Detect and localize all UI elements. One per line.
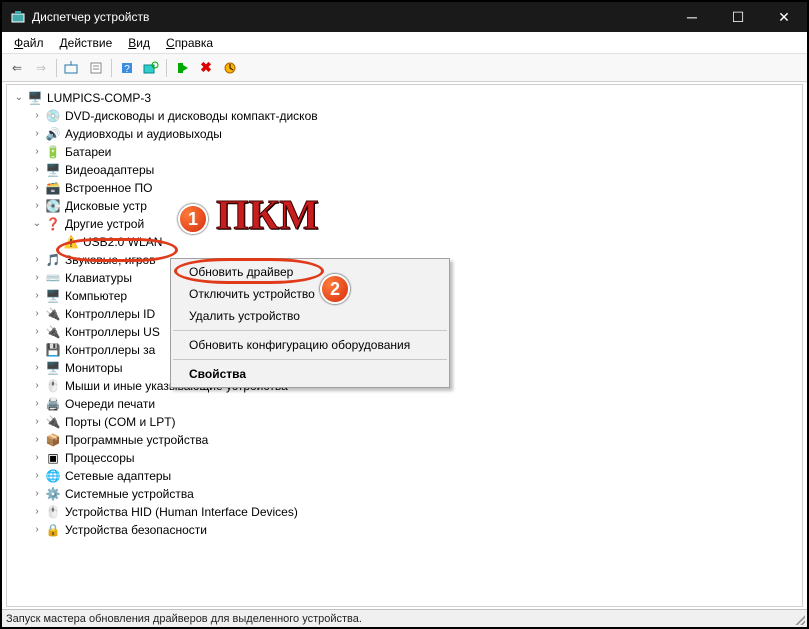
toolbar: ⇐ ⇒ ? ✖	[2, 54, 807, 82]
window-title: Диспетчер устройств	[32, 10, 149, 24]
port-icon: 🔌	[45, 414, 61, 430]
nav-fwd-button[interactable]: ⇒	[30, 57, 52, 79]
tree-item[interactable]: ›💽Дисковые устр	[13, 197, 802, 215]
tree-item[interactable]: ›🔒Устройства безопасности	[13, 521, 802, 539]
warning-icon: ⚠️	[63, 234, 79, 250]
cm-rescan[interactable]: Обновить конфигурацию оборудования	[171, 334, 449, 356]
pc-icon: 🖥️	[45, 288, 61, 304]
context-menu: Обновить драйвер Отключить устройство Уд…	[170, 258, 450, 388]
uninstall-button[interactable]: ✖	[195, 57, 217, 79]
print-icon: 🖨️	[45, 396, 61, 412]
cm-disable-device[interactable]: Отключить устройство	[171, 283, 449, 305]
status-text: Запуск мастера обновления драйверов для …	[6, 613, 362, 625]
menu-action[interactable]: Действие	[52, 34, 121, 52]
svg-text:?: ?	[124, 64, 130, 75]
menu-help[interactable]: Справка	[158, 34, 221, 52]
disable-button[interactable]	[219, 57, 241, 79]
show-hidden-button[interactable]	[61, 57, 83, 79]
properties-button[interactable]	[85, 57, 107, 79]
menu-file[interactable]: Файл	[6, 34, 52, 52]
cm-separator	[173, 330, 447, 331]
scan-button[interactable]	[140, 57, 162, 79]
disk-icon: 💽	[45, 198, 61, 214]
resize-grip[interactable]	[793, 613, 805, 625]
other-icon: ❓	[45, 216, 61, 232]
firmware-icon: 🗃️	[45, 180, 61, 196]
hid-icon: 🖱️	[45, 504, 61, 520]
tree-root[interactable]: ⌄ 🖥️ LUMPICS-COMP-3	[13, 89, 802, 107]
display-icon: 🖥️	[45, 162, 61, 178]
statusbar: Запуск мастера обновления драйверов для …	[2, 609, 807, 627]
maximize-button[interactable]: ☐	[715, 2, 761, 32]
system-icon: ⚙️	[45, 486, 61, 502]
audio-icon: 🔊	[45, 126, 61, 142]
root-label: LUMPICS-COMP-3	[47, 89, 151, 107]
tree-item[interactable]: ›⚙️Системные устройства	[13, 485, 802, 503]
keyboard-icon: ⌨️	[45, 270, 61, 286]
battery-icon: 🔋	[45, 144, 61, 160]
nav-back-button[interactable]: ⇐	[6, 57, 28, 79]
close-button[interactable]: ✕	[761, 2, 807, 32]
tree-item[interactable]: ›🖥️Видеоадаптеры	[13, 161, 802, 179]
tree-item[interactable]: ›🔋Батареи	[13, 143, 802, 161]
menu-view[interactable]: Вид	[120, 34, 158, 52]
cpu-icon: ▣	[45, 450, 61, 466]
storage-icon: 💾	[45, 342, 61, 358]
menubar: Файл Действие Вид Справка	[2, 32, 807, 54]
tree-item[interactable]: ›🔌Порты (COM и LPT)	[13, 413, 802, 431]
software-icon: 📦	[45, 432, 61, 448]
update-driver-button[interactable]	[171, 57, 193, 79]
tree-item[interactable]: ›📦Программные устройства	[13, 431, 802, 449]
network-icon: 🌐	[45, 468, 61, 484]
dvd-icon: 💿	[45, 108, 61, 124]
tree-item-selected[interactable]: ·⚠️USB2.0 WLAN	[13, 233, 802, 251]
tree-item-other[interactable]: ⌄❓Другие устрой	[13, 215, 802, 233]
cm-remove-device[interactable]: Удалить устройство	[171, 305, 449, 327]
ide-icon: 🔌	[45, 306, 61, 322]
cm-properties[interactable]: Свойства	[171, 363, 449, 385]
titlebar: Диспетчер устройств ─ ☐ ✕	[2, 2, 807, 32]
mouse-icon: 🖱️	[45, 378, 61, 394]
tree-item[interactable]: ›🗃️Встроенное ПО	[13, 179, 802, 197]
tree-item[interactable]: ›💿DVD-дисководы и дисководы компакт-диск…	[13, 107, 802, 125]
help-button[interactable]: ?	[116, 57, 138, 79]
tree-item[interactable]: ›▣Процессоры	[13, 449, 802, 467]
monitor-icon: 🖥️	[45, 360, 61, 376]
computer-icon: 🖥️	[27, 90, 43, 106]
tree-item[interactable]: ›🔊Аудиовходы и аудиовыходы	[13, 125, 802, 143]
tree-item[interactable]: ›🌐Сетевые адаптеры	[13, 467, 802, 485]
tree-item[interactable]: ›🖱️Устройства HID (Human Interface Devic…	[13, 503, 802, 521]
cm-update-driver[interactable]: Обновить драйвер	[171, 261, 449, 283]
app-icon	[10, 9, 26, 25]
security-icon: 🔒	[45, 522, 61, 538]
minimize-button[interactable]: ─	[669, 2, 715, 32]
sound-icon: 🎵	[45, 252, 61, 268]
usb-icon: 🔌	[45, 324, 61, 340]
cm-separator	[173, 359, 447, 360]
tree-item[interactable]: ›🖨️Очереди печати	[13, 395, 802, 413]
